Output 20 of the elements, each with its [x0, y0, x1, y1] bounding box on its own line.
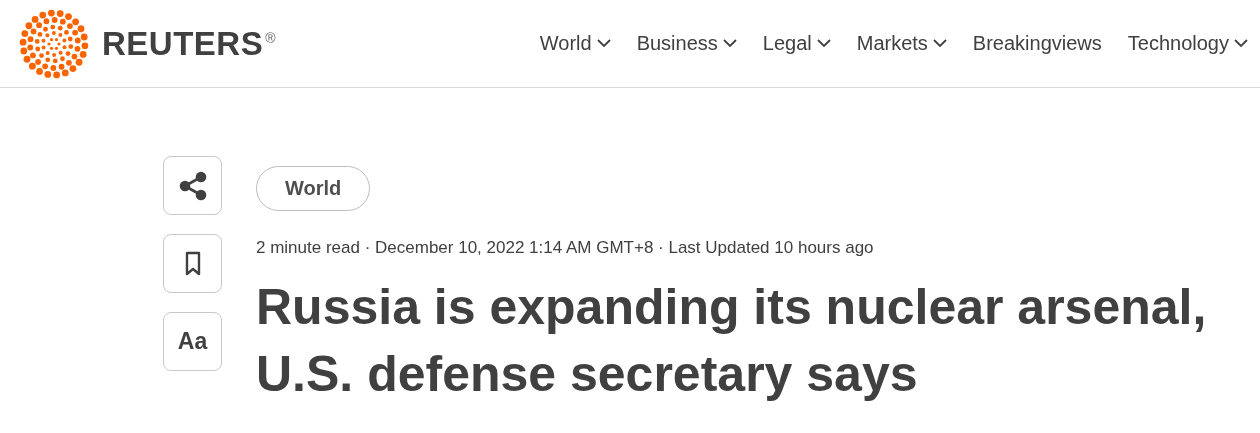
- logo-wordmark: REUTERS: [102, 24, 264, 63]
- nav-link[interactable]: Technology: [1127, 32, 1248, 55]
- nav-link[interactable]: Business: [636, 32, 737, 55]
- caret-icon: [932, 39, 947, 48]
- nav-link[interactable]: World: [539, 32, 611, 55]
- registered-mark: ®: [265, 29, 276, 46]
- nav-link[interactable]: Breakingviews: [972, 32, 1102, 55]
- text-size-button[interactable]: Aa: [163, 312, 222, 371]
- share-button[interactable]: [163, 156, 222, 215]
- nav-link[interactable]: Markets: [856, 32, 947, 55]
- bookmark-icon: [183, 250, 202, 277]
- article-meta: 2 minute read · December 10, 2022 1:14 AM GMT+8 · Last Updated 10 hours ago: [256, 238, 874, 258]
- headline: Russia is expanding its nuclear arsenal, U.S. defense secretary says: [256, 278, 1208, 404]
- caret-icon: [816, 39, 831, 48]
- bookmark-button[interactable]: [163, 234, 222, 293]
- nav-link[interactable]: Legal: [762, 32, 831, 55]
- caret-icon: [1234, 39, 1248, 48]
- caret-icon: [596, 39, 611, 48]
- logo-icon: [18, 7, 90, 80]
- caret-icon: [722, 39, 737, 48]
